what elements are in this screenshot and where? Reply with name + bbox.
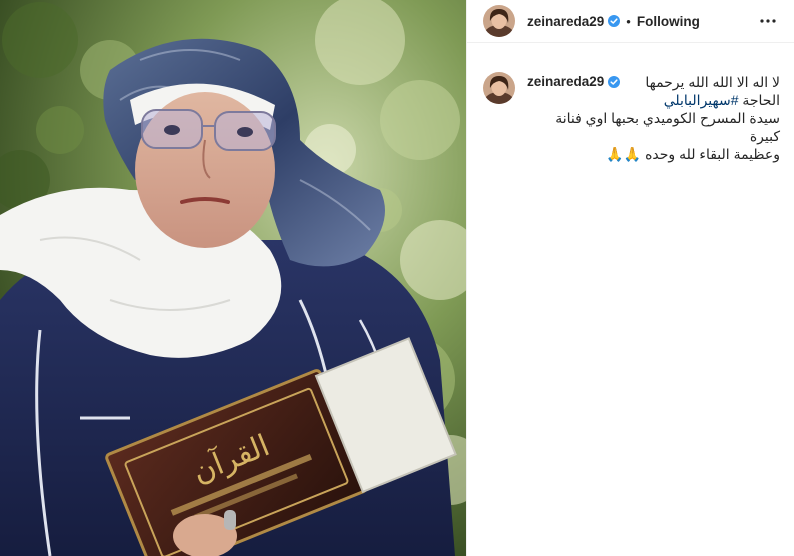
instagram-post: القرآن zeinareda29 • Following zeinareda… [0,0,794,556]
caption: zeinareda29 لا اله الا الله الله يرحمها … [467,43,794,163]
following-button[interactable]: Following [637,14,700,29]
verified-badge-icon [608,15,621,27]
more-options-icon[interactable] [756,9,780,33]
post-side-panel: zeinareda29 • Following zeinareda29 لا ا… [466,0,794,556]
pray-emoji: 🙏🙏 [606,146,642,162]
caption-username[interactable]: zeinareda29 [527,74,604,89]
caption-body: zeinareda29 لا اله الا الله الله يرحمها … [527,72,780,163]
verified-badge-icon [608,75,621,88]
photo-illustration: القرآن [0,0,466,556]
caption-line-2: الحاجة #سهيرالبابلي [527,91,780,109]
caption-line-4-text: وعظيمة البقاء لله وحده [645,146,780,162]
header-avatar[interactable] [483,5,515,37]
caption-line-3: سيدة المسرح الكوميدي بحبها اوي فنانة كبي… [555,110,780,144]
header-username[interactable]: zeinareda29 [527,14,604,29]
caption-line-2-prefix: الحاجة [742,92,780,108]
hashtag-link[interactable]: #سهيرالبابلي [664,92,739,108]
caption-avatar[interactable] [483,72,515,104]
post-header: zeinareda29 • Following [467,0,794,43]
avatar-image [483,72,515,104]
caption-line-4: وعظيمة البقاء لله وحده 🙏🙏 [527,145,780,163]
header-separator: • [626,13,631,29]
post-photo[interactable]: القرآن [0,0,466,556]
avatar-image [483,5,515,37]
